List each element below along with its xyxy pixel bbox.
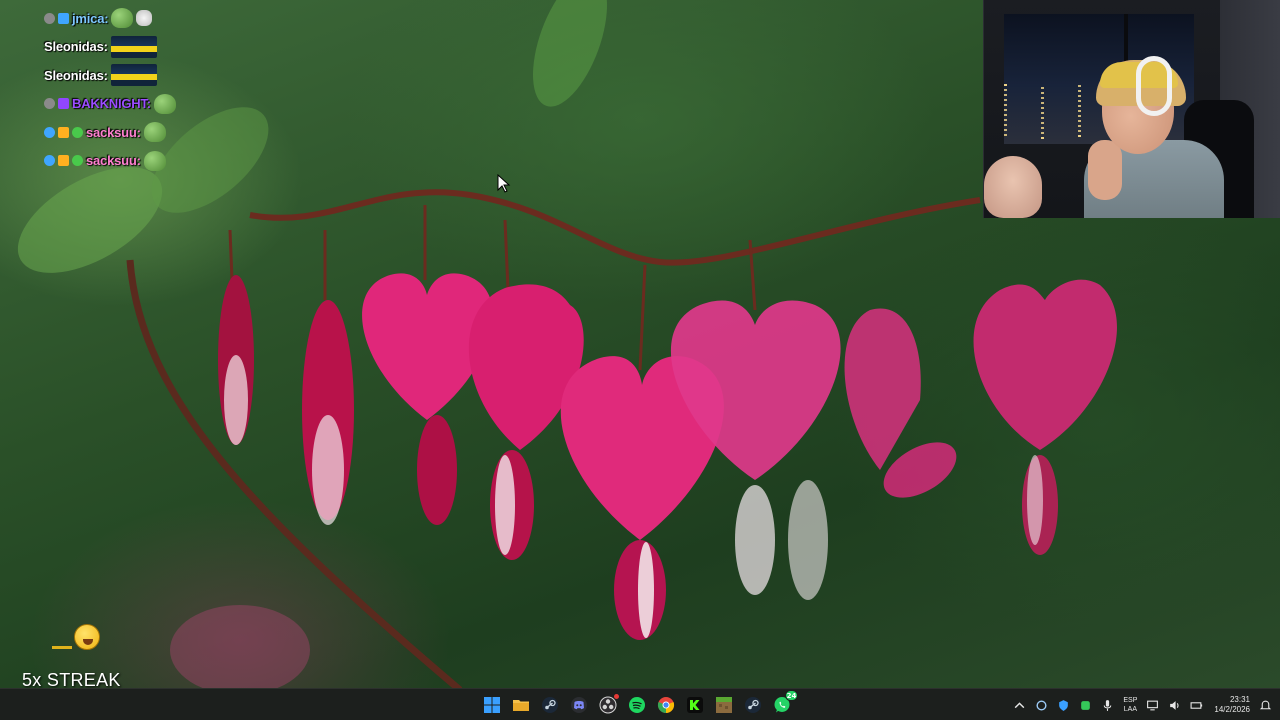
volume-icon[interactable]	[1168, 699, 1181, 712]
pepe-emote-icon	[111, 8, 134, 29]
taskbar-app-spotify[interactable]	[626, 694, 648, 716]
battery-icon[interactable]	[1190, 699, 1203, 712]
steam-icon	[744, 696, 762, 714]
taskbar-app-start[interactable]	[481, 694, 503, 716]
folder-icon	[512, 696, 530, 714]
clock[interactable]: 23:31 14/2/2026	[1214, 695, 1250, 715]
steam-icon	[541, 696, 559, 714]
microphone-icon[interactable]	[1101, 699, 1114, 712]
notification-icon[interactable]	[1259, 699, 1272, 712]
chat-badge-icon	[44, 126, 55, 138]
chat-username[interactable]: Sleonidas:	[44, 39, 108, 54]
chat-username[interactable]: jmica:	[72, 11, 109, 26]
car-emote-icon	[110, 64, 157, 87]
sync-icon[interactable]	[1035, 699, 1048, 712]
mouse-cursor-icon	[497, 174, 511, 193]
chat-message: sacksuu:	[44, 118, 244, 147]
taskbar-apps: 24	[481, 689, 798, 720]
monitor-icon[interactable]	[1146, 699, 1159, 712]
chat-badge-icon	[44, 12, 55, 24]
language-indicator[interactable]: ESP LAA	[1123, 696, 1137, 714]
windows-icon	[483, 696, 501, 714]
pepe-emote-icon	[153, 93, 176, 114]
chat-message: BAKKNIGHT:	[44, 90, 244, 119]
taskbar-app-discord[interactable]	[568, 694, 590, 716]
chat-message: sacksuu:	[44, 147, 244, 176]
chat-badge-icon	[44, 98, 55, 110]
taskbar-app-kick[interactable]	[684, 694, 706, 716]
hands-emote-icon	[136, 10, 153, 27]
taskbar-app-chrome[interactable]	[655, 694, 677, 716]
taskbar-app-steam[interactable]	[539, 694, 561, 716]
recording-dot-icon	[614, 694, 619, 699]
chat-badge-icon	[72, 155, 83, 167]
webcam-overlay	[983, 0, 1280, 218]
chat-badge-icon	[58, 12, 69, 24]
chat-username[interactable]: BAKKNIGHT:	[72, 96, 151, 111]
chat-message: Sleonidas:	[44, 61, 244, 90]
taskbar-app-whatsapp[interactable]: 24	[771, 690, 798, 716]
chat-message: jmica:	[44, 4, 244, 33]
chat-username[interactable]: Sleonidas:	[44, 68, 108, 83]
chat-message: Sleonidas:	[44, 33, 244, 62]
car-emote-icon	[110, 35, 157, 58]
spotify-icon	[628, 696, 646, 714]
taskbar: 24 ESP LAA 23:31 14/2/2026	[0, 688, 1280, 720]
chat-badge-icon	[58, 98, 69, 110]
headset-icon	[1136, 56, 1172, 116]
chat-username[interactable]: sacksuu:	[86, 125, 141, 140]
streak-widget: 5x STREAK	[22, 624, 152, 690]
taskbar-app-file-explorer[interactable]	[510, 694, 532, 716]
stream-chat-overlay: jmica: Sleonidas: Sleonidas: BAKKNIGHT: sack…	[44, 4, 244, 175]
taskbar-app-obs[interactable]	[597, 694, 619, 716]
system-tray: ESP LAA 23:31 14/2/2026	[1013, 689, 1272, 720]
minecraft-icon	[715, 696, 733, 714]
shield-icon[interactable]	[1057, 699, 1070, 712]
chat-badge-icon	[58, 126, 69, 138]
chevron-up-icon[interactable]	[1013, 699, 1026, 712]
pepe-emote-icon	[143, 122, 166, 143]
security-icon[interactable]	[1079, 699, 1092, 712]
kick-icon	[686, 696, 704, 714]
chat-username[interactable]: sacksuu:	[86, 153, 141, 168]
laughing-emoji-icon	[74, 624, 100, 650]
chat-badge-icon	[44, 155, 55, 167]
unread-count-badge: 24	[785, 690, 798, 701]
taskbar-app-steam-2[interactable]	[742, 694, 764, 716]
chat-badge-icon	[72, 126, 83, 138]
chrome-icon	[657, 696, 675, 714]
chat-badge-icon	[58, 155, 69, 167]
taskbar-app-minecraft[interactable]	[713, 694, 735, 716]
pepe-emote-icon	[143, 150, 166, 171]
discord-icon	[570, 696, 588, 714]
